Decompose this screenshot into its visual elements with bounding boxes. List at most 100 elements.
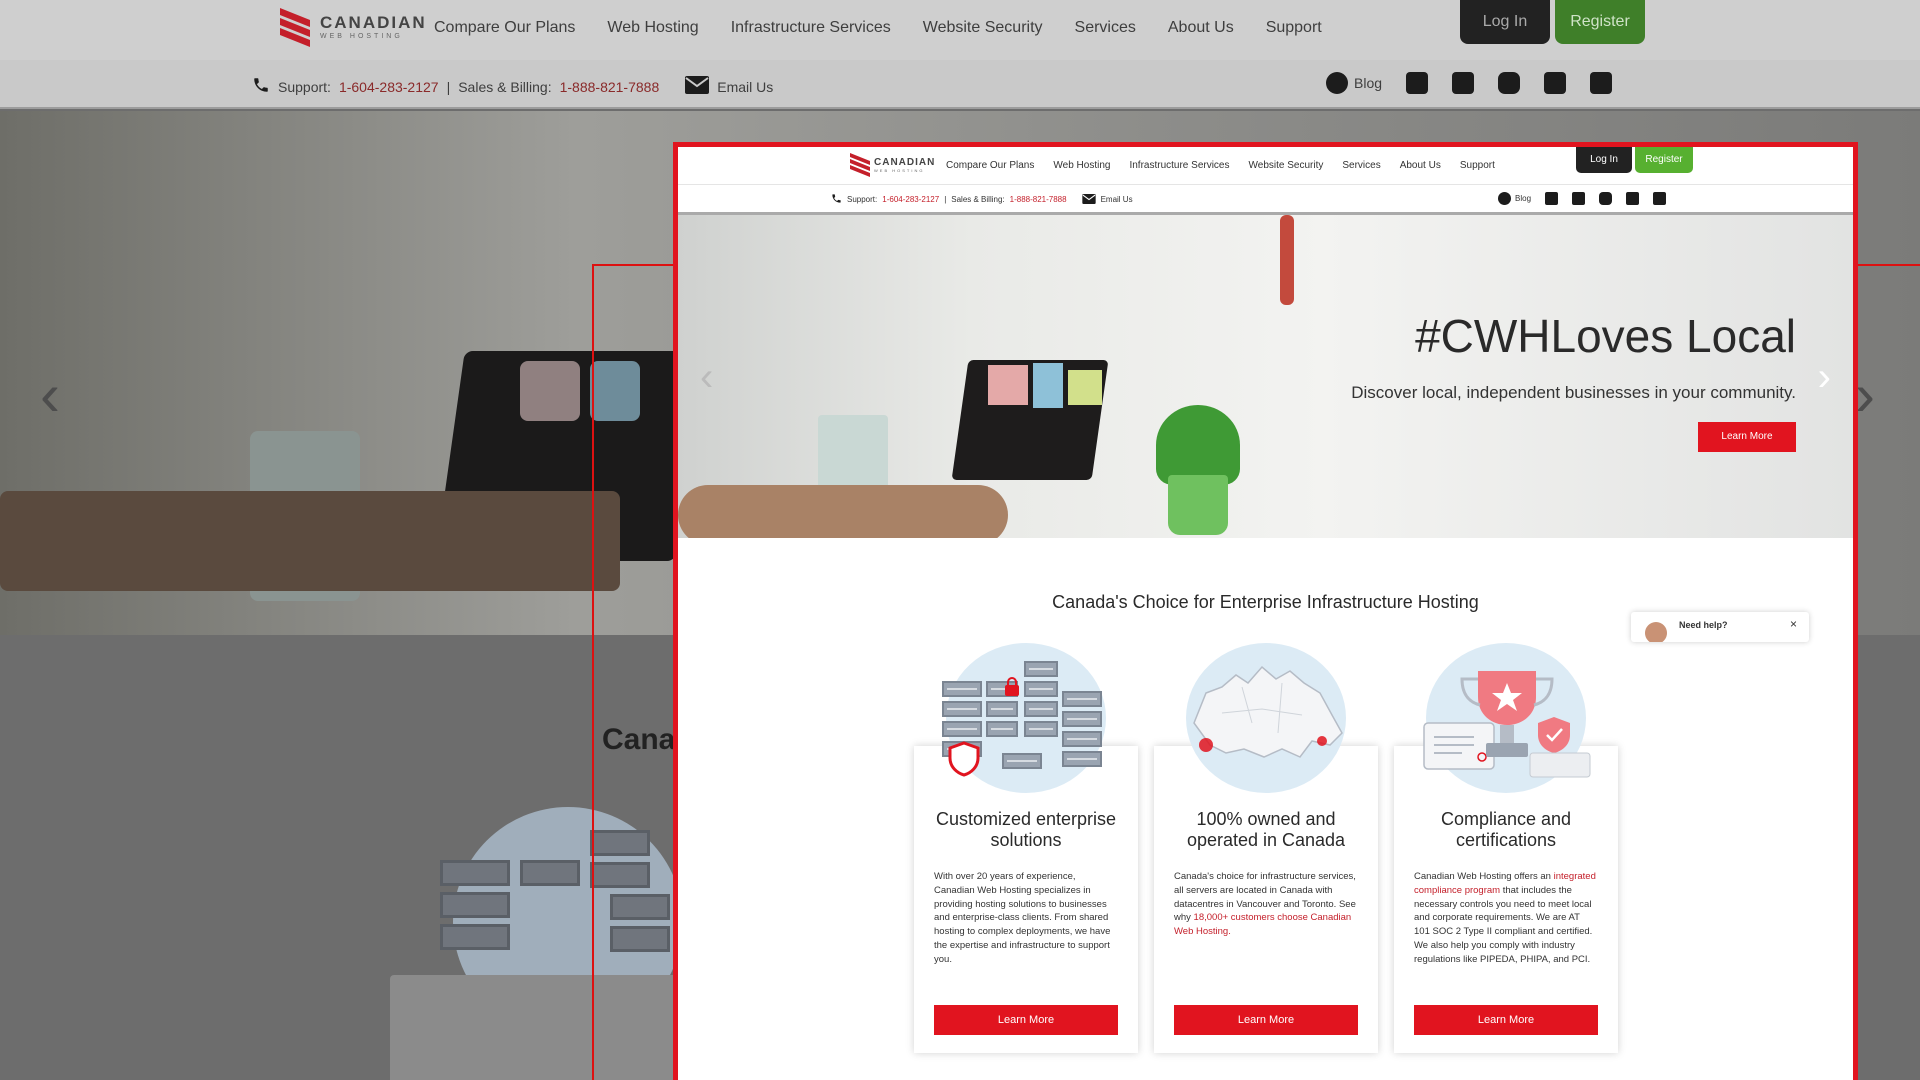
hero-subtitle: Discover local, independent businesses i… <box>1351 383 1796 402</box>
blog-label: Blog <box>1515 194 1532 203</box>
servers-illustration-icon <box>942 653 1112 783</box>
twitter-icon[interactable] <box>1545 192 1559 205</box>
logo-text-line2: WEB HOSTING <box>874 167 925 173</box>
contact-separator: | <box>944 195 947 204</box>
youtube-icon[interactable] <box>1599 192 1613 205</box>
bg-nav-compare-plans: Compare Our Plans <box>434 19 576 36</box>
register-button[interactable]: Register <box>1635 147 1693 173</box>
plant-pot-image <box>1168 475 1228 535</box>
bg-support-number: 1-604-283-2127 <box>338 78 439 95</box>
feature-cards: Customized enterprise solutions With ove… <box>914 643 1618 1053</box>
instagram-icon <box>1590 72 1613 94</box>
social-links: Blog <box>1498 192 1667 205</box>
card-text: that includes the necessary controls you… <box>1414 884 1593 965</box>
learn-more-button[interactable]: Learn More <box>1174 1005 1358 1035</box>
youtube-icon <box>1498 72 1521 94</box>
twitter-icon <box>1406 72 1429 94</box>
nav-website-security[interactable]: Website Security <box>1249 160 1324 171</box>
bg-separator: | <box>446 78 451 95</box>
support-label: Support: <box>847 195 878 204</box>
card-title: 100% owned and operated in Canada <box>1186 809 1346 850</box>
bg-nav-services: Services <box>1074 19 1136 36</box>
slider-next-icon[interactable]: › <box>1818 355 1831 400</box>
canada-map-icon <box>1182 653 1352 783</box>
email-us-link[interactable]: Email Us <box>1101 195 1133 204</box>
bg-sticky-note <box>520 361 580 421</box>
bg-email-label: Email Us <box>717 78 774 95</box>
background-main-menu: Compare Our Plans Web Hosting Infrastruc… <box>434 19 1322 37</box>
wordpress-icon <box>1498 192 1511 205</box>
phone-icon <box>252 76 270 97</box>
learn-more-button[interactable]: Learn More <box>1414 1005 1598 1035</box>
plant-leaves-image <box>1156 405 1240 485</box>
bg-hand <box>0 491 620 591</box>
hero-banner: ‹ › #CWHLoves Local Discover local, inde… <box>678 215 1853 538</box>
hero-learn-more-button[interactable]: Learn More <box>1698 422 1796 452</box>
card-title: Customized enterprise solutions <box>935 809 1117 850</box>
background-social-links: Blog <box>1326 72 1613 94</box>
chat-help-widget[interactable]: Need help? × <box>1631 612 1809 642</box>
card-text: With over 20 years of experience, Canadi… <box>934 871 1111 965</box>
wordpress-icon <box>1326 72 1348 94</box>
sales-phone-link[interactable]: 1-888-821-7888 <box>1010 195 1067 204</box>
instagram-icon[interactable] <box>1653 192 1667 205</box>
linkedin-icon[interactable] <box>1626 192 1640 205</box>
nav-infrastructure-services[interactable]: Infrastructure Services <box>1129 160 1229 171</box>
phone-icon <box>831 193 842 206</box>
feature-card-canada: 100% owned and operated in Canada Canada… <box>1154 643 1378 1053</box>
features-section: Canada's Choice for Enterprise Infrastru… <box>678 538 1853 1080</box>
bg-nav-support: Support <box>1265 19 1322 36</box>
envelope-icon <box>685 76 710 97</box>
main-menu: Compare Our Plans Web Hosting Infrastruc… <box>946 160 1495 171</box>
bg-nav-website-security: Website Security <box>922 19 1043 36</box>
nav-compare-plans[interactable]: Compare Our Plans <box>946 160 1034 171</box>
facebook-icon[interactable] <box>1572 192 1586 205</box>
card-description: Canada's choice for infrastructure servi… <box>1174 870 1358 939</box>
customers-link[interactable]: 18,000+ customers choose Canadian Web Ho… <box>1174 912 1351 937</box>
shield-icon <box>948 741 980 777</box>
maple-chevron-logo-icon <box>278 7 312 48</box>
support-phone-link[interactable]: 1-604-283-2127 <box>882 195 939 204</box>
logo-text-line1: CANADIAN <box>874 156 936 168</box>
bg-nav-infrastructure-services: Infrastructure Services <box>730 19 891 36</box>
trophy-certificate-icon <box>1422 653 1592 783</box>
learn-more-button[interactable]: Learn More <box>934 1005 1118 1035</box>
sticky-note-image <box>1068 370 1102 405</box>
section-heading: Canada's Choice for Enterprise Infrastru… <box>1052 592 1479 612</box>
support-agent-avatar <box>1645 622 1667 642</box>
blog-link[interactable]: Blog <box>1498 192 1531 205</box>
bg-register-button: Register <box>1555 0 1645 44</box>
close-icon[interactable]: × <box>1790 617 1797 631</box>
login-button[interactable]: Log In <box>1576 147 1632 173</box>
nav-support[interactable]: Support <box>1460 160 1495 171</box>
screwdriver-image <box>1280 215 1294 305</box>
sales-label: Sales & Billing: <box>951 195 1005 204</box>
contact-info: Support: 1-604-283-2127 | Sales & Billin… <box>831 193 1133 206</box>
nav-web-hosting[interactable]: Web Hosting <box>1053 160 1110 171</box>
nav-about-us[interactable]: About Us <box>1400 160 1441 171</box>
slider-prev-icon[interactable]: ‹ <box>700 355 713 400</box>
envelope-icon[interactable] <box>1081 193 1096 206</box>
linkedin-icon <box>1544 72 1567 94</box>
background-nav-bar: CANADIAN WEB HOSTING Compare Our Plans W… <box>0 0 1920 60</box>
bg-sales-number: 1-888-821-7888 <box>559 78 660 95</box>
bg-support-label: Support: <box>278 78 331 95</box>
bg-login-button: Log In <box>1460 0 1550 44</box>
background-contact-bar: Support: 1-604-283-2127 | Sales & Billin… <box>0 60 1920 109</box>
sticky-note-image <box>988 365 1028 405</box>
feature-card-enterprise: Customized enterprise solutions With ove… <box>914 643 1138 1053</box>
background-logo: CANADIAN WEB HOSTING <box>278 7 427 48</box>
card-description: Canadian Web Hosting offers an integrate… <box>1414 870 1598 966</box>
feature-card-compliance: Compliance and certifications Canadian W… <box>1394 643 1618 1053</box>
card-title: Compliance and certifications <box>1440 809 1572 850</box>
bg-sales-label: Sales & Billing: <box>458 78 552 95</box>
facebook-icon <box>1452 72 1475 94</box>
sticky-note-image <box>1033 363 1063 408</box>
logo-text-line2: WEB HOSTING <box>320 33 403 40</box>
site-logo[interactable]: CANADIAN WEB HOSTING <box>848 152 936 178</box>
lock-icon <box>1005 677 1019 696</box>
bg-blog-label: Blog <box>1354 75 1383 91</box>
top-nav-bar: CANADIAN WEB HOSTING Compare Our Plans W… <box>678 147 1853 185</box>
background-contact-info: Support: 1-604-283-2127 | Sales & Billin… <box>252 76 773 97</box>
nav-services[interactable]: Services <box>1342 160 1380 171</box>
